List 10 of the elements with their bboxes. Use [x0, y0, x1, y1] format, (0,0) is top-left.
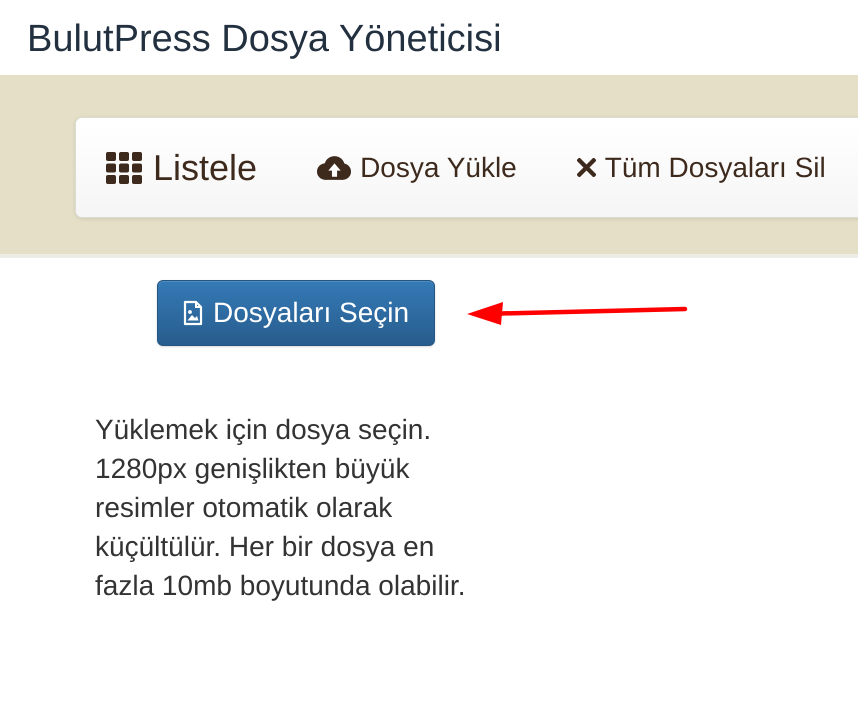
grid-icon: [106, 152, 142, 184]
nav-link[interactable]: Dosya Yükle: [317, 150, 517, 184]
nav-link[interactable]: Tüm Dosyaları Sil: [576, 150, 826, 184]
page-title: BulutPress Dosya Yöneticisi: [26, 17, 503, 62]
upload-help-text: Yüklemek için dosya seçin. 1280px genişlikten büyük resimler otomatik olarak küçültülür. Her bir dosya en fazla 10mb boyutunda olabilir.: [95, 413, 466, 603]
select-files-button[interactable]: Dosyaları Seçin: [157, 280, 436, 346]
file-image-icon: [183, 300, 203, 326]
close-icon: [576, 158, 596, 177]
list-link[interactable]: Listele: [106, 146, 258, 190]
cloud-upload-icon: [317, 156, 352, 180]
